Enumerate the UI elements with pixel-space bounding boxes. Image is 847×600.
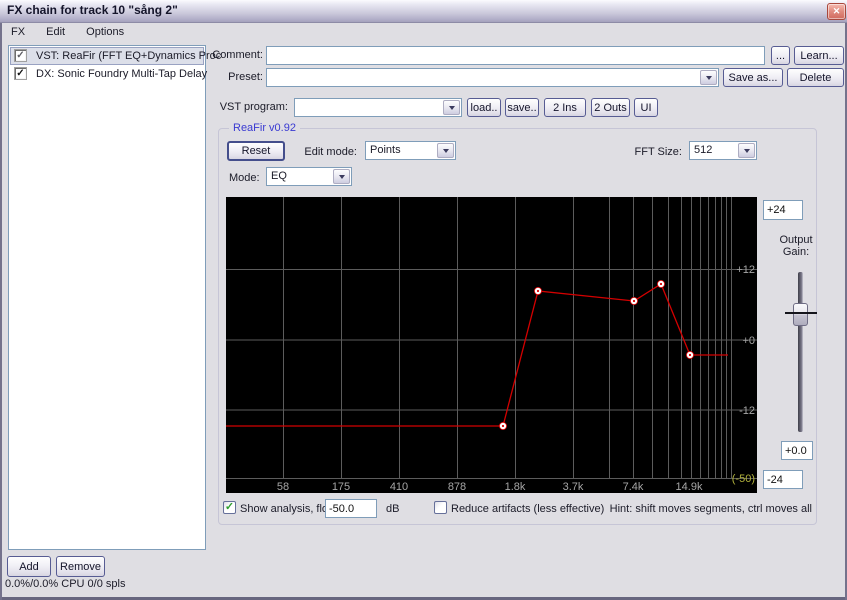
add-fx-button[interactable]: Add xyxy=(7,556,51,577)
cpu-status-text: 0.0%/0.0% CPU 0/0 spls xyxy=(5,578,126,590)
vst-program-label: VST program: xyxy=(219,101,288,113)
output-gain-label: Output Gain: xyxy=(779,234,813,258)
vst-program-combo[interactable] xyxy=(294,98,462,117)
save-as-button[interactable]: Save as... xyxy=(723,68,783,87)
svg-text:1.8k: 1.8k xyxy=(505,481,526,493)
ui-button[interactable]: UI xyxy=(634,98,658,117)
show-analysis-checkbox[interactable]: ✓ xyxy=(223,501,236,514)
title-bar[interactable]: FX chain for track 10 "sång 2" ✕ xyxy=(0,0,847,23)
mode-value: EQ xyxy=(271,170,287,182)
edit-mode-value: Points xyxy=(370,144,401,156)
comment-more-button[interactable]: ... xyxy=(771,46,790,65)
preset-dropdown-button[interactable] xyxy=(700,70,717,85)
output-gain-slider-track[interactable] xyxy=(798,272,803,432)
delete-button[interactable]: Delete xyxy=(787,68,844,87)
preset-label: Preset: xyxy=(228,71,263,83)
range-bottom-input[interactable] xyxy=(763,470,803,489)
output-gain-slider-thumb[interactable] xyxy=(793,303,808,326)
chevron-down-icon xyxy=(448,105,455,110)
mode-combo[interactable]: EQ xyxy=(266,167,352,186)
svg-text:878: 878 xyxy=(448,481,466,493)
fx-enabled-checkbox[interactable]: ✓ xyxy=(14,67,27,80)
save-program-button[interactable]: save.. xyxy=(505,98,539,117)
svg-text:+12: +12 xyxy=(736,264,755,276)
learn-button[interactable]: Learn... xyxy=(794,46,844,65)
check-icon: ✓ xyxy=(16,50,25,61)
chevron-down-icon xyxy=(705,75,712,80)
db-unit-label: dB xyxy=(386,503,400,515)
svg-text:58: 58 xyxy=(277,481,289,493)
svg-text:(-50): (-50) xyxy=(732,473,755,485)
eq-graph-canvas[interactable]: 58 175 410 878 1.8k 3.7k 7.4k 14.9k +12 +0 -12 (-50… xyxy=(226,197,757,493)
menu-bar: FX Edit Options xyxy=(2,22,133,42)
svg-text:7.4k: 7.4k xyxy=(623,481,644,493)
svg-text:410: 410 xyxy=(390,481,408,493)
range-top-input[interactable] xyxy=(763,200,803,220)
check-icon: ✓ xyxy=(16,68,25,79)
fx-list-item-multitap-delay[interactable]: ✓ DX: Sonic Foundry Multi-Tap Delay xyxy=(10,65,208,83)
edit-mode-dropdown-button[interactable] xyxy=(437,143,454,158)
check-icon: ✓ xyxy=(224,501,235,513)
output-gain-input[interactable] xyxy=(781,441,813,460)
close-icon: ✕ xyxy=(832,6,841,16)
svg-text:-12: -12 xyxy=(739,405,755,417)
chevron-down-icon xyxy=(743,148,750,153)
close-button[interactable]: ✕ xyxy=(827,3,846,20)
vst-program-dropdown-button[interactable] xyxy=(443,100,460,115)
analysis-floor-input[interactable] xyxy=(325,499,377,518)
edit-mode-label: Edit mode: xyxy=(304,146,357,158)
menu-options[interactable]: Options xyxy=(77,22,133,42)
fx-item-label: VST: ReaFir (FFT EQ+Dynamics Proc xyxy=(36,50,222,62)
comment-input[interactable] xyxy=(266,46,765,65)
svg-text:14.9k: 14.9k xyxy=(676,481,703,493)
inputs-button[interactable]: 2 Ins xyxy=(544,98,586,117)
menu-fx[interactable]: FX xyxy=(2,22,34,42)
reset-button[interactable]: Reset xyxy=(227,141,285,161)
comment-label: Comment: xyxy=(212,49,263,61)
slider-center-tick xyxy=(785,312,817,314)
preset-combo[interactable] xyxy=(266,68,719,87)
reafir-group-title: ReaFir v0.92 xyxy=(229,122,300,134)
mode-dropdown-button[interactable] xyxy=(333,169,350,184)
window-title: FX chain for track 10 "sång 2" xyxy=(7,3,178,17)
remove-fx-button[interactable]: Remove xyxy=(56,556,105,577)
chevron-down-icon xyxy=(442,148,449,153)
hint-text: Hint: shift moves segments, ctrl moves a… xyxy=(609,503,812,515)
fft-size-combo[interactable]: 512 xyxy=(689,141,757,160)
fx-list-item-reafir[interactable]: ✓ VST: ReaFir (FFT EQ+Dynamics Proc xyxy=(10,47,221,65)
outputs-button[interactable]: 2 Outs xyxy=(591,98,630,117)
mode-label: Mode: xyxy=(229,172,260,184)
load-program-button[interactable]: load.. xyxy=(467,98,501,117)
edit-mode-combo[interactable]: Points xyxy=(365,141,456,160)
svg-text:3.7k: 3.7k xyxy=(563,481,584,493)
fx-enabled-checkbox[interactable]: ✓ xyxy=(14,49,27,62)
fft-size-label: FFT Size: xyxy=(634,146,682,158)
chevron-down-icon xyxy=(338,174,345,179)
svg-text:175: 175 xyxy=(332,481,350,493)
fx-chain-list[interactable]: ✓ VST: ReaFir (FFT EQ+Dynamics Proc ✓ DX… xyxy=(8,45,221,550)
fx-item-label: DX: Sonic Foundry Multi-Tap Delay xyxy=(36,68,208,80)
menu-edit[interactable]: Edit xyxy=(37,22,74,42)
eq-curve-plot: 58 175 410 878 1.8k 3.7k 7.4k 14.9k +12 +0 -12 (-50… xyxy=(226,197,757,493)
fft-size-value: 512 xyxy=(694,144,713,156)
reduce-artifacts-checkbox[interactable] xyxy=(434,501,447,514)
fx-chain-window: FX chain for track 10 "sång 2" ✕ FX Edit… xyxy=(0,0,847,600)
fft-size-dropdown-button[interactable] xyxy=(738,143,755,158)
svg-text:+0: +0 xyxy=(742,335,755,347)
